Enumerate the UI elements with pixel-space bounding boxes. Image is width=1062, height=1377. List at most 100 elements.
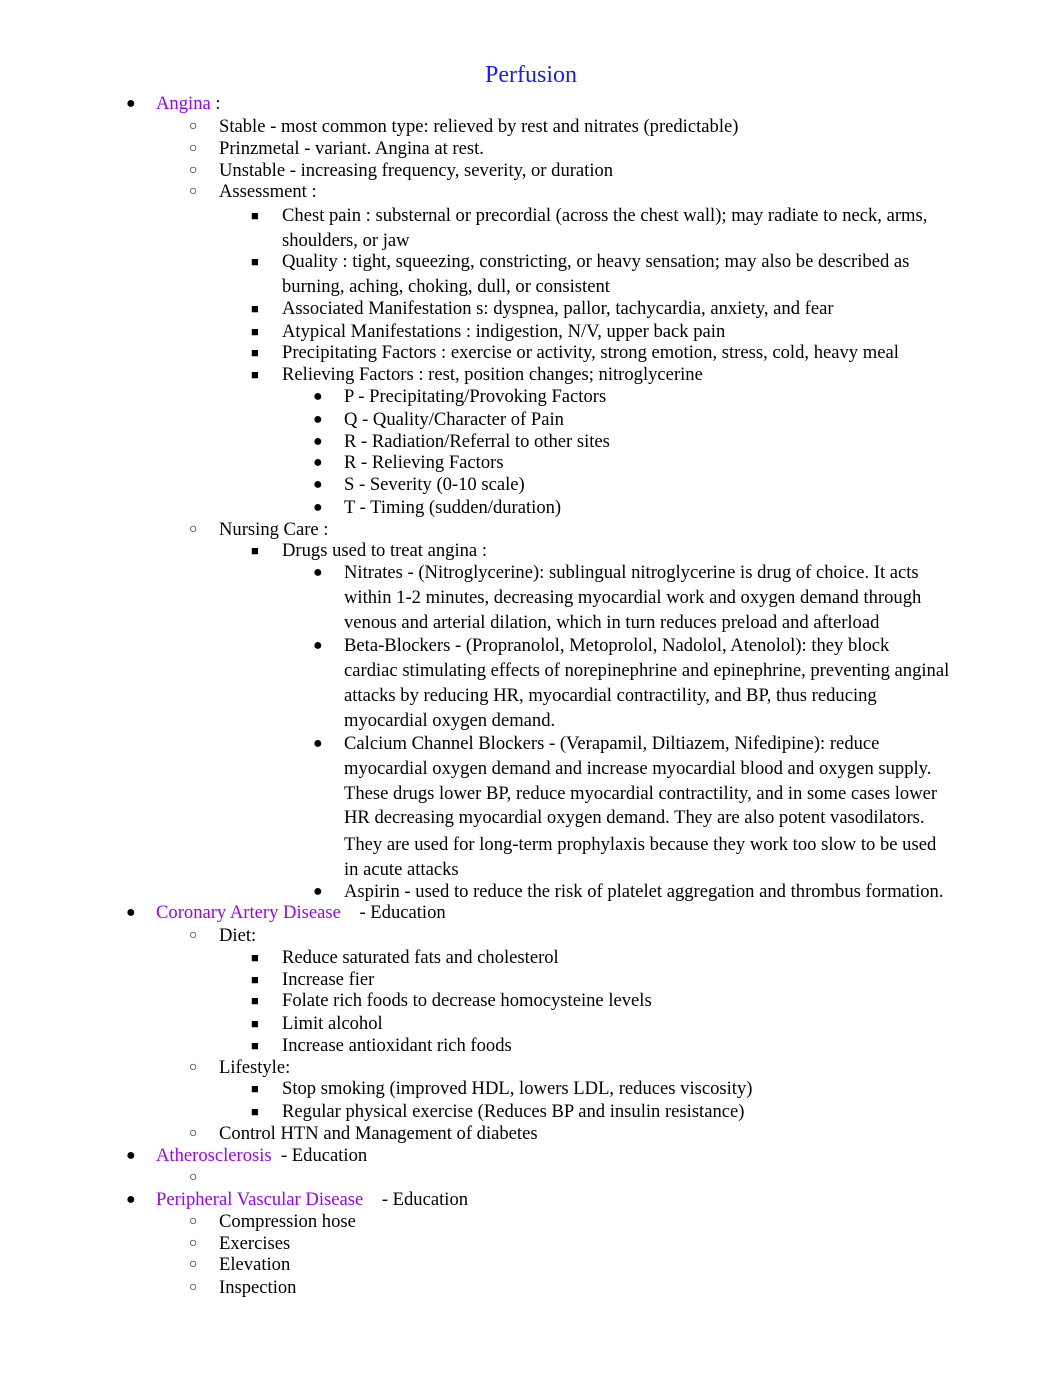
drug-item-cont: attacks by reducing HR, myocardial contr…: [344, 685, 877, 706]
bullet-circle-icon: ○: [189, 1126, 198, 1141]
lifestyle-item: Stop smoking (improved HDL, lowers LDL, …: [282, 1078, 753, 1099]
pqrst-item: S - Severity (0-10 scale): [344, 474, 525, 495]
bullet-square-icon: ■: [251, 972, 259, 987]
bullet-square-icon: ■: [251, 1081, 259, 1096]
list-item: Prinzmetal - variant. Angina at rest.: [219, 138, 484, 159]
drug-item-cont: within 1-2 minutes, decreasing myocardia…: [344, 587, 922, 608]
drug-item-cont: myocardial oxygen demand.: [344, 710, 556, 731]
assessment-item: Quality : tight, squeezing, constricting…: [282, 251, 910, 272]
diet-label: Diet:: [219, 925, 257, 946]
bullet-circle-icon: ○: [189, 1280, 198, 1295]
assessment-item-cont: burning, aching, choking, dull, or consi…: [282, 276, 610, 297]
bullet-square-icon: ■: [251, 993, 259, 1008]
nursing-care-label: Nursing Care :: [219, 519, 329, 540]
bullet-dot-icon: ●: [313, 476, 323, 493]
drug-item-aspirin: Aspirin - used to reduce the risk of pla…: [344, 881, 944, 902]
heading-link: Atherosclerosis: [156, 1145, 272, 1166]
pqrst-item: R - Relieving Factors: [344, 452, 504, 473]
assessment-item: Atypical Manifestations : indigestion, N…: [282, 321, 726, 342]
bullet-dot-icon: ●: [313, 883, 323, 900]
bullet-square-icon: ■: [251, 543, 259, 558]
drug-item-cont: They are used for long-term prophylaxis …: [344, 834, 937, 855]
diet-item: Increase fier: [282, 969, 375, 990]
bullet-circle-icon: ○: [189, 522, 198, 537]
list-item: Unstable - increasing frequency, severit…: [219, 160, 614, 181]
bullet-dot-icon: ●: [126, 95, 136, 112]
bullet-dot-icon: ●: [126, 1147, 136, 1164]
bullet-square-icon: ■: [251, 950, 259, 965]
bullet-dot-icon: ●: [313, 411, 323, 428]
pvd-item: Elevation: [219, 1254, 291, 1275]
section-heading-cad: Coronary Artery Disease - Education: [156, 902, 446, 924]
assessment-item: Precipitating Factors : exercise or acti…: [282, 342, 899, 363]
drug-item-nitrates: Nitrates - (Nitroglycerine): sublingual …: [344, 562, 919, 583]
heading-suffix: - Education: [363, 1189, 469, 1210]
drug-item-calcium-channel-blockers: Calcium Channel Blockers - (Verapamil, D…: [344, 733, 880, 754]
bullet-square-icon: ■: [251, 345, 259, 360]
bullet-circle-icon: ○: [189, 119, 198, 134]
drug-item-beta-blockers: Beta-Blockers - (Propranolol, Metoprolol…: [344, 635, 890, 656]
section-heading-atherosclerosis: Atherosclerosis - Education: [156, 1145, 367, 1167]
pvd-item: Inspection: [219, 1277, 297, 1298]
control-item: Control HTN and Management of diabetes: [219, 1123, 538, 1144]
lifestyle-label: Lifestyle:: [219, 1057, 291, 1078]
pqrst-item: T - Timing (sudden/duration): [344, 497, 562, 518]
pqrst-item: P - Precipitating/Provoking Factors: [344, 386, 607, 407]
assessment-item: Chest pain : substernal or precordial (a…: [282, 205, 928, 226]
drugs-label: Drugs used to treat angina :: [282, 540, 487, 561]
diet-item: Reduce saturated fats and cholesterol: [282, 947, 559, 968]
assessment-label: Assessment :: [219, 181, 317, 202]
list-item: Stable - most common type: relieved by r…: [219, 116, 739, 137]
bullet-square-icon: ■: [251, 301, 259, 316]
bullet-circle-icon: ○: [189, 1257, 198, 1272]
bullet-dot-icon: ●: [313, 388, 323, 405]
bullet-square-icon: ■: [251, 324, 259, 339]
bullet-dot-icon: ●: [126, 904, 136, 921]
bullet-circle-icon: ○: [189, 141, 198, 156]
pqrst-item: R - Radiation/Referral to other sites: [344, 431, 610, 452]
bullet-square-icon: ■: [251, 254, 259, 269]
assessment-item: Relieving Factors : rest, position chang…: [282, 364, 703, 385]
bullet-dot-icon: ●: [313, 499, 323, 516]
bullet-square-icon: ■: [251, 1038, 259, 1053]
bullet-circle-icon: ○: [189, 184, 198, 199]
section-heading-angina: Angina :: [156, 93, 221, 115]
bullet-circle-icon: ○: [189, 1170, 198, 1185]
bullet-dot-icon: ●: [313, 564, 323, 581]
bullet-square-icon: ■: [251, 208, 259, 223]
heading-suffix: :: [210, 93, 221, 114]
pqrst-item: Q - Quality/Character of Pain: [344, 409, 564, 430]
diet-item: Limit alcohol: [282, 1013, 383, 1034]
bullet-dot-icon: ●: [313, 433, 323, 450]
drug-item-cont: venous and arterial dilation, which in t…: [344, 612, 880, 633]
diet-item: Folate rich foods to decrease homocystei…: [282, 990, 652, 1011]
bullet-dot-icon: ●: [313, 735, 323, 752]
heading-link: Peripheral Vascular Disease: [156, 1189, 364, 1210]
bullet-circle-icon: ○: [189, 1236, 198, 1251]
diet-item: Increase antioxidant rich foods: [282, 1035, 512, 1056]
bullet-square-icon: ■: [251, 367, 259, 382]
bullet-circle-icon: ○: [189, 1060, 198, 1075]
heading-suffix: - Education: [340, 902, 446, 923]
drug-item-cont: HR decreasing myocardial oxygen demand. …: [344, 807, 925, 828]
drug-item-cont: myocardial oxygen demand and increase my…: [344, 758, 932, 779]
bullet-dot-icon: ●: [126, 1191, 136, 1208]
drug-item-cont: cardiac stimulating effects of norepinep…: [344, 660, 950, 681]
heading-link: Coronary Artery Disease: [156, 902, 341, 923]
page-title: Perfusion: [485, 62, 577, 88]
bullet-square-icon: ■: [251, 1104, 259, 1119]
bullet-square-icon: ■: [251, 1016, 259, 1031]
drug-item-cont: These drugs lower BP, reduce myocardial …: [344, 783, 938, 804]
drug-item-cont: in acute attacks: [344, 859, 459, 880]
bullet-circle-icon: ○: [189, 163, 198, 178]
heading-suffix: - Education: [271, 1145, 368, 1166]
lifestyle-item: Regular physical exercise (Reduces BP an…: [282, 1101, 745, 1122]
pvd-item: Exercises: [219, 1233, 291, 1254]
assessment-item: Associated Manifestation s: dyspnea, pal…: [282, 298, 834, 319]
bullet-circle-icon: ○: [189, 1214, 198, 1229]
assessment-item-cont: shoulders, or jaw: [282, 230, 410, 251]
bullet-dot-icon: ●: [313, 454, 323, 471]
pvd-item: Compression hose: [219, 1211, 356, 1232]
bullet-dot-icon: ●: [313, 637, 323, 654]
heading-link: Angina: [156, 93, 211, 114]
